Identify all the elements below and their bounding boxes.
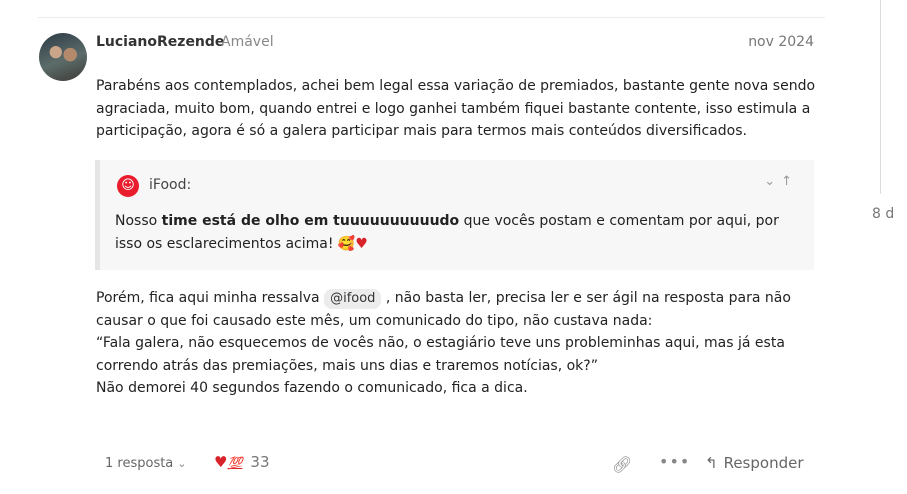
replies-label: 1 resposta [105, 456, 174, 471]
quote-text-bold: time está de olho em tuuuuuuuuuudo [161, 213, 460, 229]
reactions[interactable]: ♥💯 33 [214, 453, 270, 471]
quote-text: Nosso time está de olho em tuuuuuuuuuudo… [115, 210, 805, 255]
closing-line: Não demorei 40 segundos fazendo o comuni… [96, 380, 528, 396]
quote-block: ☺ iFood: ⌄↑ Nosso time está de olho em t… [95, 160, 814, 270]
timeline-scrollbar[interactable] [880, 0, 881, 194]
post-separator [38, 17, 825, 18]
arrow-up-icon[interactable]: ↑ [781, 174, 798, 189]
more-icon[interactable]: ••• [659, 452, 690, 471]
quote-controls: ⌄↑ [764, 174, 798, 189]
post-body-continued: Porém, fica aqui minha ressalva @ifood ,… [96, 287, 816, 400]
hundred-reaction-icon[interactable]: 💯 [227, 456, 242, 470]
chevron-down-icon[interactable]: ⌄ [764, 174, 781, 189]
username[interactable]: LucianoRezende [96, 34, 224, 50]
reaction-count[interactable]: 33 [250, 453, 269, 471]
smiling-hearts-emoji-icon: 🥰 [337, 235, 356, 252]
reply-button[interactable]: ↰ Responder [705, 454, 804, 472]
mention-link[interactable]: @ifood [324, 289, 382, 309]
quoted-announcement: “Fala galera, não esquecemos de vocês nã… [96, 335, 785, 374]
chevron-down-icon: ⌄ [177, 457, 187, 470]
timeline-date[interactable]: 8 d [872, 206, 894, 222]
post-paragraph: Parabéns aos contemplados, achei bem leg… [96, 78, 816, 139]
ifood-logo-icon: ☺ [117, 175, 139, 197]
post-paragraph-start: Porém, fica aqui minha ressalva [96, 290, 325, 306]
link-icon[interactable]: 🔗︎ [612, 455, 632, 474]
avatar[interactable] [39, 33, 87, 81]
post-date[interactable]: nov 2024 [748, 34, 814, 50]
quote-text-start: Nosso [115, 213, 162, 229]
heart-emoji-icon: ♥ [355, 235, 368, 252]
replies-toggle[interactable]: 1 resposta ⌄ [105, 456, 187, 471]
reply-arrow-icon: ↰ [705, 454, 718, 472]
reply-label: Responder [723, 454, 804, 472]
heart-reaction-icon[interactable]: ♥ [214, 453, 227, 471]
user-title: Amável [221, 34, 274, 50]
quote-author[interactable]: iFood: [149, 177, 191, 193]
